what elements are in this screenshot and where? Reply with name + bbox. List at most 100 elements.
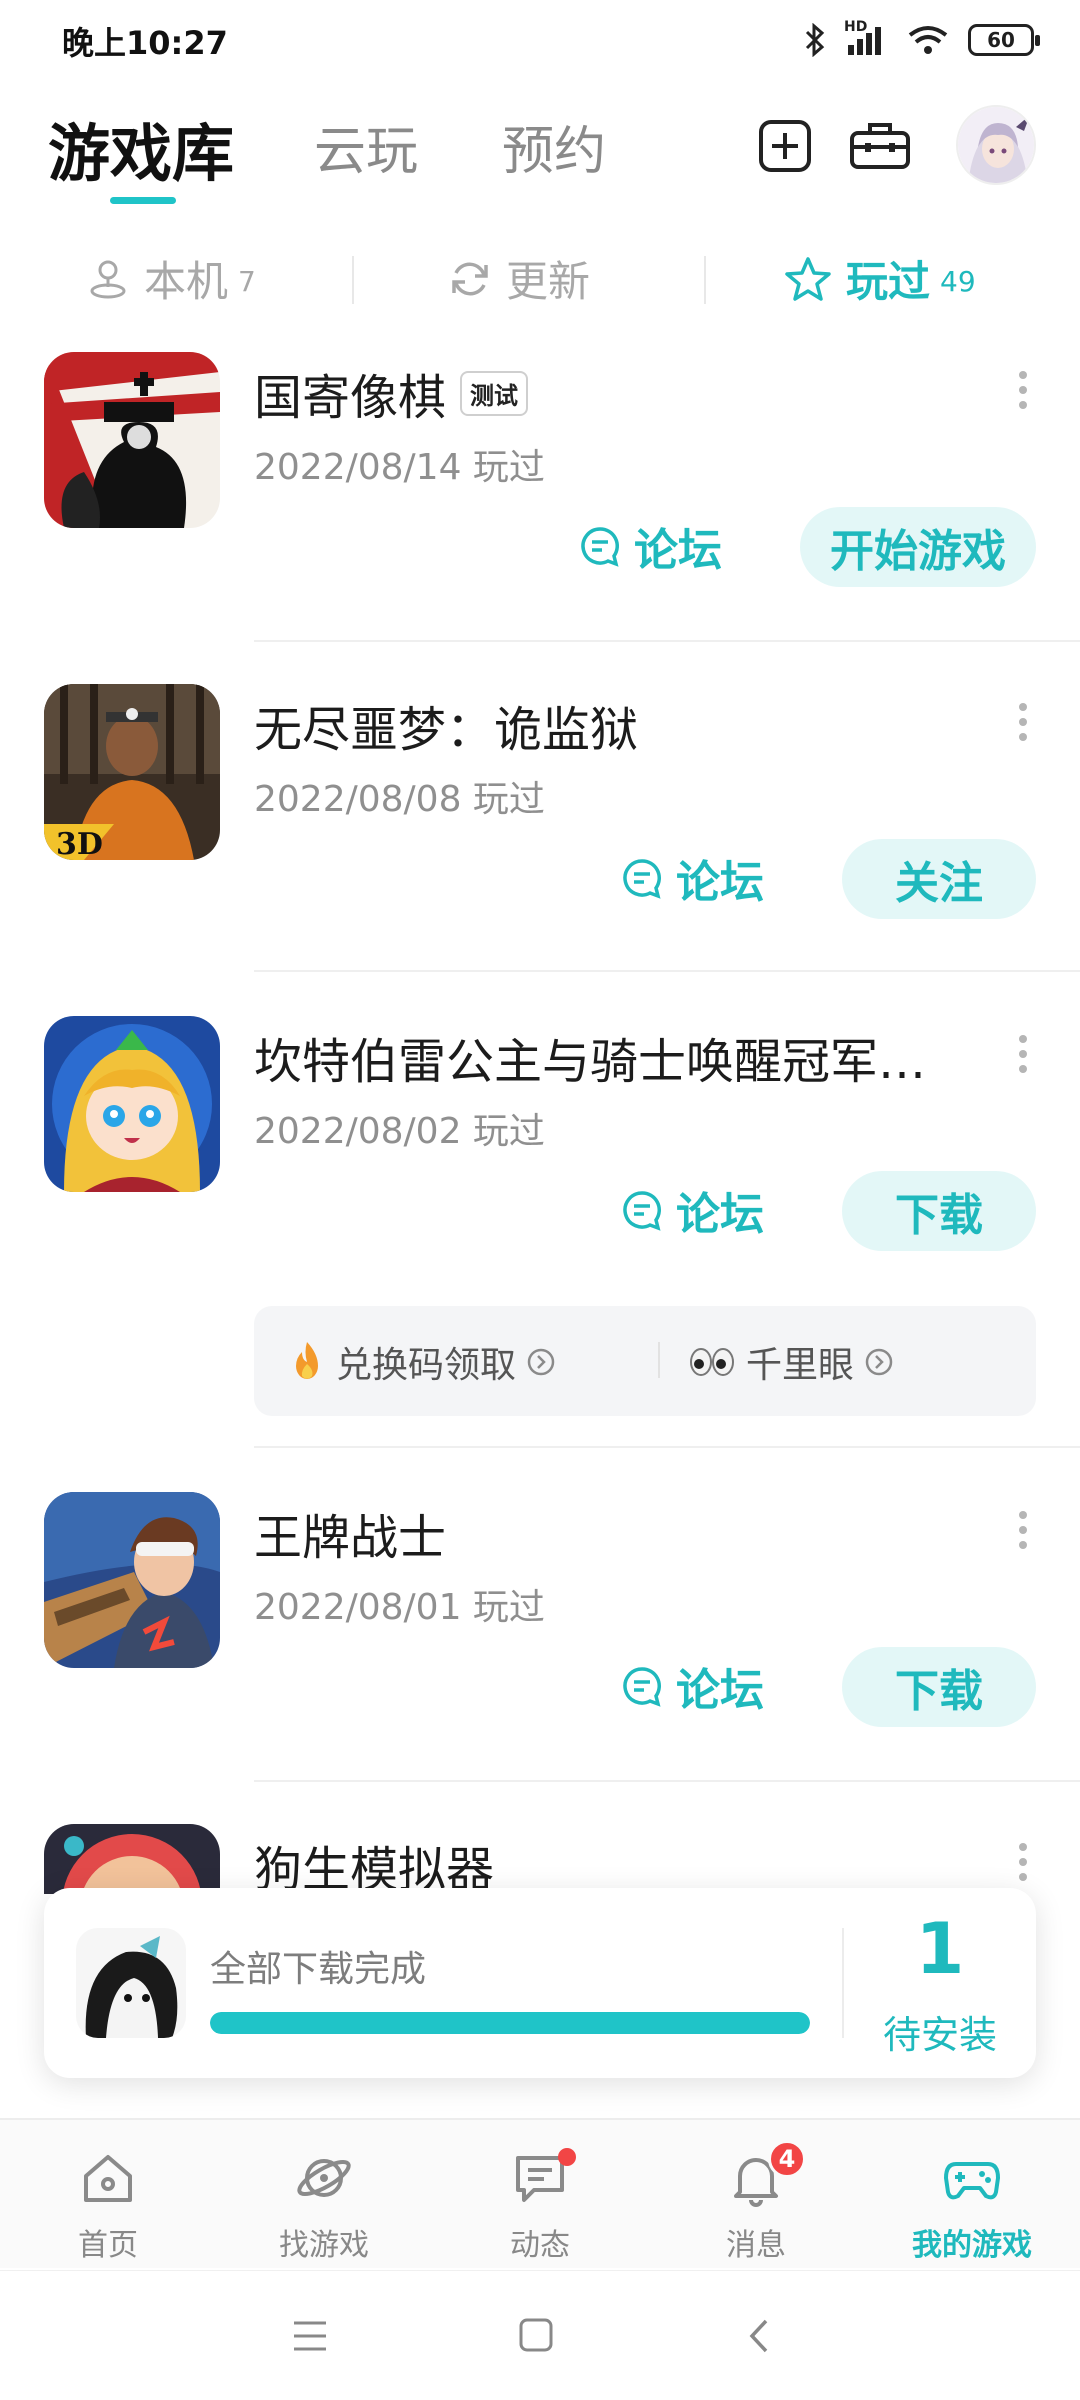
more-options-icon[interactable] bbox=[1016, 1840, 1030, 1884]
eyes-icon bbox=[690, 1348, 734, 1376]
game-title-text: 无尽噩梦：诡监狱 bbox=[254, 702, 639, 758]
game-title[interactable]: 无尽噩梦：诡监狱 bbox=[254, 690, 638, 760]
game-icon[interactable] bbox=[44, 352, 220, 528]
wifi-icon bbox=[908, 26, 948, 54]
device-icon bbox=[90, 260, 126, 298]
more-options-icon[interactable] bbox=[1016, 700, 1030, 744]
list-divider bbox=[254, 1446, 1080, 1448]
list-divider bbox=[254, 1780, 1080, 1782]
system-navigation-bar bbox=[0, 2270, 1080, 2400]
signal-icon: HD bbox=[844, 19, 888, 57]
chevron-circle-right-icon bbox=[865, 1348, 893, 1376]
test-badge: 测试 bbox=[460, 370, 529, 416]
game-title[interactable]: 坎特伯雷公主与骑士唤醒冠军… bbox=[254, 1022, 926, 1092]
list-divider bbox=[254, 640, 1080, 642]
tab-reservation[interactable]: 预约 bbox=[502, 109, 606, 184]
nav-discover[interactable]: 找游戏 bbox=[216, 2120, 432, 2270]
last-played-date: 2022/08/08 玩过 bbox=[254, 779, 545, 820]
more-options-icon[interactable] bbox=[1016, 1032, 1030, 1076]
toolbox-icon[interactable] bbox=[848, 117, 912, 175]
status-bar: 晚上10:27 HD 60 bbox=[0, 0, 1080, 80]
list-divider bbox=[254, 970, 1080, 972]
follow-button[interactable]: 关注 bbox=[842, 839, 1036, 919]
pending-install-label[interactable]: 待安装 bbox=[844, 2004, 1036, 2059]
download-status-text: 全部下载完成 bbox=[210, 1949, 427, 1990]
extras-divider bbox=[658, 1342, 660, 1378]
clairvoyance-link[interactable]: 千里眼 bbox=[688, 1336, 894, 1388]
nav-my-games[interactable]: 我的游戏 bbox=[864, 2120, 1080, 2270]
download-status-card[interactable]: 全部下载完成 1 待安装 bbox=[44, 1888, 1036, 2078]
forum-label: 论坛 bbox=[676, 1665, 764, 1716]
game-title-text: 坎特伯雷公主与骑士唤醒冠军… bbox=[254, 1034, 927, 1090]
nav-messages[interactable]: 4 消息 bbox=[648, 2120, 864, 2270]
home-square-icon[interactable] bbox=[518, 2317, 554, 2353]
messages-badge: 4 bbox=[768, 2140, 806, 2178]
gamepad-icon bbox=[944, 2162, 1000, 2200]
tab-game-library[interactable]: 游戏库 bbox=[48, 103, 234, 193]
last-played-date: 2022/08/14 玩过 bbox=[254, 447, 545, 488]
game-icon[interactable]: 3D bbox=[44, 684, 220, 860]
game-icon[interactable] bbox=[44, 1824, 220, 1894]
game-title[interactable]: 王牌战士 bbox=[254, 1498, 446, 1568]
forum-label: 论坛 bbox=[676, 1189, 764, 1240]
chevron-circle-right-icon bbox=[527, 1348, 555, 1376]
nav-messages-label: 消息 bbox=[726, 2228, 786, 2263]
nav-feed[interactable]: 动态 bbox=[432, 2120, 648, 2270]
svg-text:3D: 3D bbox=[56, 827, 103, 860]
nav-feed-label: 动态 bbox=[510, 2228, 570, 2263]
home-icon bbox=[84, 2155, 132, 2202]
forum-icon bbox=[623, 1667, 661, 1707]
menu-icon[interactable] bbox=[292, 2319, 328, 2353]
download-progress-bar bbox=[210, 2012, 810, 2034]
forum-label: 论坛 bbox=[676, 857, 764, 908]
forum-button[interactable]: 论坛 bbox=[620, 846, 764, 910]
filter-played-count: 49 bbox=[940, 265, 976, 298]
more-options-icon[interactable] bbox=[1016, 1508, 1030, 1552]
add-icon[interactable] bbox=[756, 117, 814, 175]
download-button[interactable]: 下载 bbox=[842, 1171, 1036, 1251]
filter-divider bbox=[352, 256, 354, 304]
pending-install-count[interactable]: 1 bbox=[844, 1908, 1036, 1990]
nav-my-games-label: 我的游戏 bbox=[912, 2228, 1032, 2263]
status-time: 晚上10:27 bbox=[62, 24, 228, 62]
filter-local[interactable]: 本机 7 bbox=[86, 248, 256, 309]
download-game-icon bbox=[76, 1928, 186, 2038]
planet-icon bbox=[297, 2159, 351, 2197]
forum-button[interactable]: 论坛 bbox=[620, 1654, 764, 1718]
last-played-date: 2022/08/02 玩过 bbox=[254, 1111, 545, 1152]
avatar[interactable] bbox=[956, 105, 1036, 185]
active-tab-indicator bbox=[110, 197, 176, 204]
nav-home[interactable]: 首页 bbox=[0, 2120, 216, 2270]
game-icon[interactable] bbox=[44, 1492, 220, 1668]
bluetooth-icon bbox=[805, 23, 825, 57]
filter-update[interactable]: 更新 bbox=[448, 248, 590, 309]
status-icons: HD 60 bbox=[804, 19, 1040, 60]
redeem-code-link[interactable]: 兑换码领取 bbox=[288, 1336, 556, 1388]
clairvoyance-label: 千里眼 bbox=[746, 1345, 855, 1386]
network-type-label: HD bbox=[844, 19, 868, 35]
back-icon[interactable] bbox=[744, 2317, 774, 2355]
refresh-icon bbox=[452, 262, 488, 295]
filter-local-count: 7 bbox=[238, 265, 256, 298]
nav-home-label: 首页 bbox=[78, 2228, 138, 2263]
game-title[interactable]: 国寄像棋 测试 bbox=[254, 358, 529, 428]
fire-icon bbox=[296, 1342, 318, 1379]
bottom-nav: 首页 找游戏 动态 4 消息 我的游戏 bbox=[0, 2118, 1080, 2268]
forum-button[interactable]: 论坛 bbox=[620, 1178, 764, 1242]
game-title-text: 国寄像棋 bbox=[254, 370, 447, 426]
game-extras-panel: 兑换码领取 千里眼 bbox=[254, 1306, 1036, 1416]
download-button[interactable]: 下载 bbox=[842, 1647, 1036, 1727]
top-bar: 游戏库 云玩 预约 bbox=[0, 95, 1080, 215]
forum-icon bbox=[623, 859, 661, 899]
game-title-text: 王牌战士 bbox=[254, 1510, 447, 1566]
forum-icon bbox=[581, 527, 619, 567]
star-icon bbox=[785, 256, 831, 301]
nav-discover-label: 找游戏 bbox=[279, 2228, 369, 2263]
start-game-button[interactable]: 开始游戏 bbox=[800, 507, 1036, 587]
filter-local-label: 本机 bbox=[144, 257, 229, 306]
tab-cloud-play[interactable]: 云玩 bbox=[314, 109, 418, 184]
more-options-icon[interactable] bbox=[1016, 368, 1030, 412]
filter-played[interactable]: 玩过 49 bbox=[784, 248, 976, 309]
game-icon[interactable] bbox=[44, 1016, 220, 1192]
forum-button[interactable]: 论坛 bbox=[578, 514, 722, 578]
